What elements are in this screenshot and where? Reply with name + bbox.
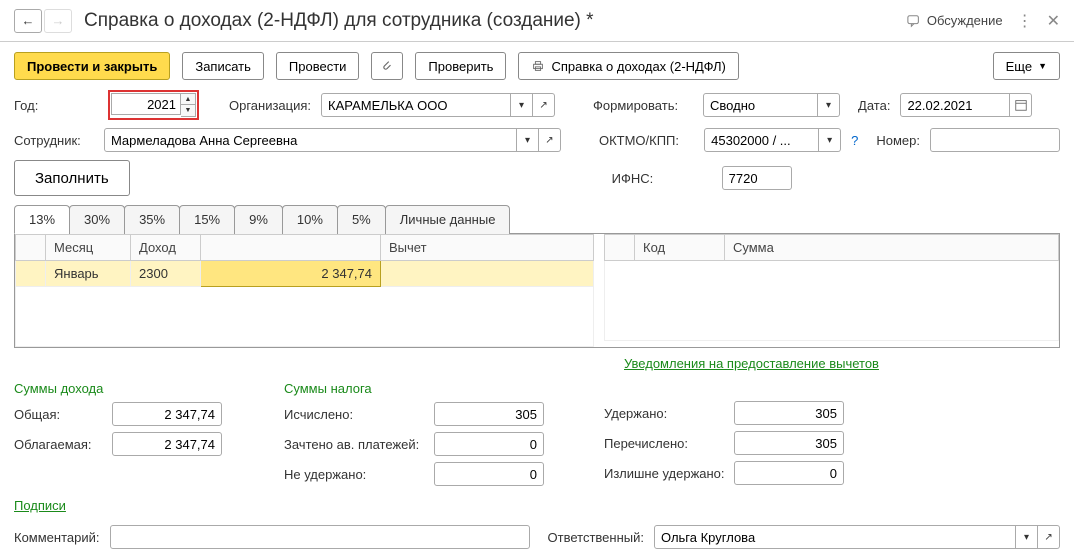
year-input[interactable] [111, 93, 181, 115]
post-button[interactable]: Провести [276, 52, 360, 80]
tax-sum-head: Суммы налога [284, 381, 564, 396]
advance-input[interactable] [434, 432, 544, 456]
income-sum-head: Суммы дохода [14, 381, 244, 396]
col-sum: Сумма [725, 235, 1059, 261]
report-button[interactable]: Справка о доходах (2-НДФЛ) [518, 52, 738, 80]
paperclip-icon [380, 59, 394, 73]
notifications-link[interactable]: Уведомления на предоставление вычетов [624, 356, 879, 371]
calc-label: Исчислено: [284, 407, 434, 422]
total-label: Общая: [14, 407, 112, 422]
post-close-button[interactable]: Провести и закрыть [14, 52, 170, 80]
col-blank2 [605, 235, 635, 261]
date-input[interactable] [900, 93, 1010, 117]
over-label: Излишне удержано: [604, 466, 734, 481]
responsible-input[interactable] [654, 525, 1016, 549]
tab-personal[interactable]: Личные данные [385, 205, 511, 234]
employee-dropdown-icon[interactable]: ▾ [517, 128, 539, 152]
org-open-icon[interactable]: ↗ [533, 93, 555, 117]
tab-9[interactable]: 9% [234, 205, 283, 234]
calendar-icon[interactable] [1010, 93, 1032, 117]
form-mode-input[interactable] [703, 93, 818, 117]
chat-icon [907, 14, 921, 28]
responsible-dropdown-icon[interactable]: ▾ [1016, 525, 1038, 549]
taxable-label: Облагаемая: [14, 437, 112, 452]
tabs: 13% 30% 35% 15% 9% 10% 5% Личные данные [14, 204, 1060, 234]
held-label: Удержано: [604, 406, 734, 421]
number-input[interactable] [930, 128, 1060, 152]
tab-30[interactable]: 30% [69, 205, 125, 234]
responsible-label: Ответственный: [548, 530, 644, 545]
fill-button[interactable]: Заполнить [14, 160, 130, 196]
employee-open-icon[interactable]: ↗ [539, 128, 561, 152]
col-income-amt [201, 235, 381, 261]
number-label: Номер: [876, 133, 920, 148]
income-table[interactable]: Месяц Доход Вычет Январь 2300 2 347,74 [15, 234, 594, 347]
cell-deduct [381, 261, 594, 287]
col-month: Месяц [46, 235, 131, 261]
discuss-label: Обсуждение [927, 13, 1003, 28]
tab-15[interactable]: 15% [179, 205, 235, 234]
notret-label: Не удержано: [284, 467, 434, 482]
held-input[interactable] [734, 401, 844, 425]
tab-13[interactable]: 13% [14, 205, 70, 234]
more-button[interactable]: Еще ▼ [993, 52, 1060, 80]
nav-back-button[interactable]: ← [14, 9, 42, 33]
year-label: Год: [14, 98, 98, 113]
check-button[interactable]: Проверить [415, 52, 506, 80]
org-input[interactable] [321, 93, 511, 117]
responsible-open-icon[interactable]: ↗ [1038, 525, 1060, 549]
oktmo-dropdown-icon[interactable]: ▾ [819, 128, 841, 152]
attach-button[interactable] [371, 52, 403, 80]
comment-input[interactable] [110, 525, 530, 549]
over-input[interactable] [734, 461, 844, 485]
col-deduct: Вычет [381, 235, 594, 261]
menu-dots-icon[interactable]: ⋮ [1017, 11, 1033, 31]
oktmo-label: ОКТМО/КПП: [599, 133, 694, 148]
calc-input[interactable] [434, 402, 544, 426]
col-code: Код [635, 235, 725, 261]
close-icon[interactable]: ✕ [1047, 11, 1060, 31]
signatures-link[interactable]: Подписи [14, 498, 66, 513]
tab-10[interactable]: 10% [282, 205, 338, 234]
report-label: Справка о доходах (2-НДФЛ) [551, 59, 725, 74]
employee-input[interactable] [104, 128, 517, 152]
save-button[interactable]: Записать [182, 52, 264, 80]
oktmo-input[interactable] [704, 128, 819, 152]
discuss-button[interactable]: Обсуждение [907, 13, 1003, 28]
trans-label: Перечислено: [604, 436, 734, 451]
trans-input[interactable] [734, 431, 844, 455]
cell-month: Январь [46, 261, 131, 287]
nav-forward-button[interactable]: → [44, 9, 72, 33]
help-icon[interactable]: ? [851, 133, 858, 148]
taxable-input[interactable] [112, 432, 222, 456]
ifns-label: ИФНС: [612, 171, 712, 186]
col-income-code: Доход [131, 235, 201, 261]
notret-input[interactable] [434, 462, 544, 486]
comment-label: Комментарий: [14, 530, 100, 545]
advance-label: Зачтено ав. платежей: [284, 437, 434, 452]
tab-35[interactable]: 35% [124, 205, 180, 234]
year-up-icon[interactable]: ▲ [181, 94, 195, 105]
cell-code: 2300 [131, 261, 201, 287]
page-title: Справка о доходах (2-НДФЛ) для сотрудник… [84, 10, 907, 32]
tab-5[interactable]: 5% [337, 205, 386, 234]
chevron-down-icon: ▼ [1038, 61, 1047, 71]
table-row[interactable]: Январь 2300 2 347,74 [16, 261, 594, 287]
date-label: Дата: [858, 98, 890, 113]
form-mode-label: Формировать: [593, 98, 693, 113]
cell-amount[interactable]: 2 347,74 [201, 261, 381, 287]
col-blank [16, 235, 46, 261]
year-down-icon[interactable]: ▼ [181, 105, 195, 116]
employee-label: Сотрудник: [14, 133, 94, 148]
more-label: Еще [1006, 59, 1032, 74]
org-label: Организация: [229, 98, 311, 113]
ifns-input[interactable] [722, 166, 792, 190]
printer-icon [531, 59, 545, 73]
form-mode-dropdown-icon[interactable]: ▾ [818, 93, 840, 117]
deduct-table[interactable]: Код Сумма [604, 234, 1059, 341]
total-input[interactable] [112, 402, 222, 426]
org-dropdown-icon[interactable]: ▾ [511, 93, 533, 117]
